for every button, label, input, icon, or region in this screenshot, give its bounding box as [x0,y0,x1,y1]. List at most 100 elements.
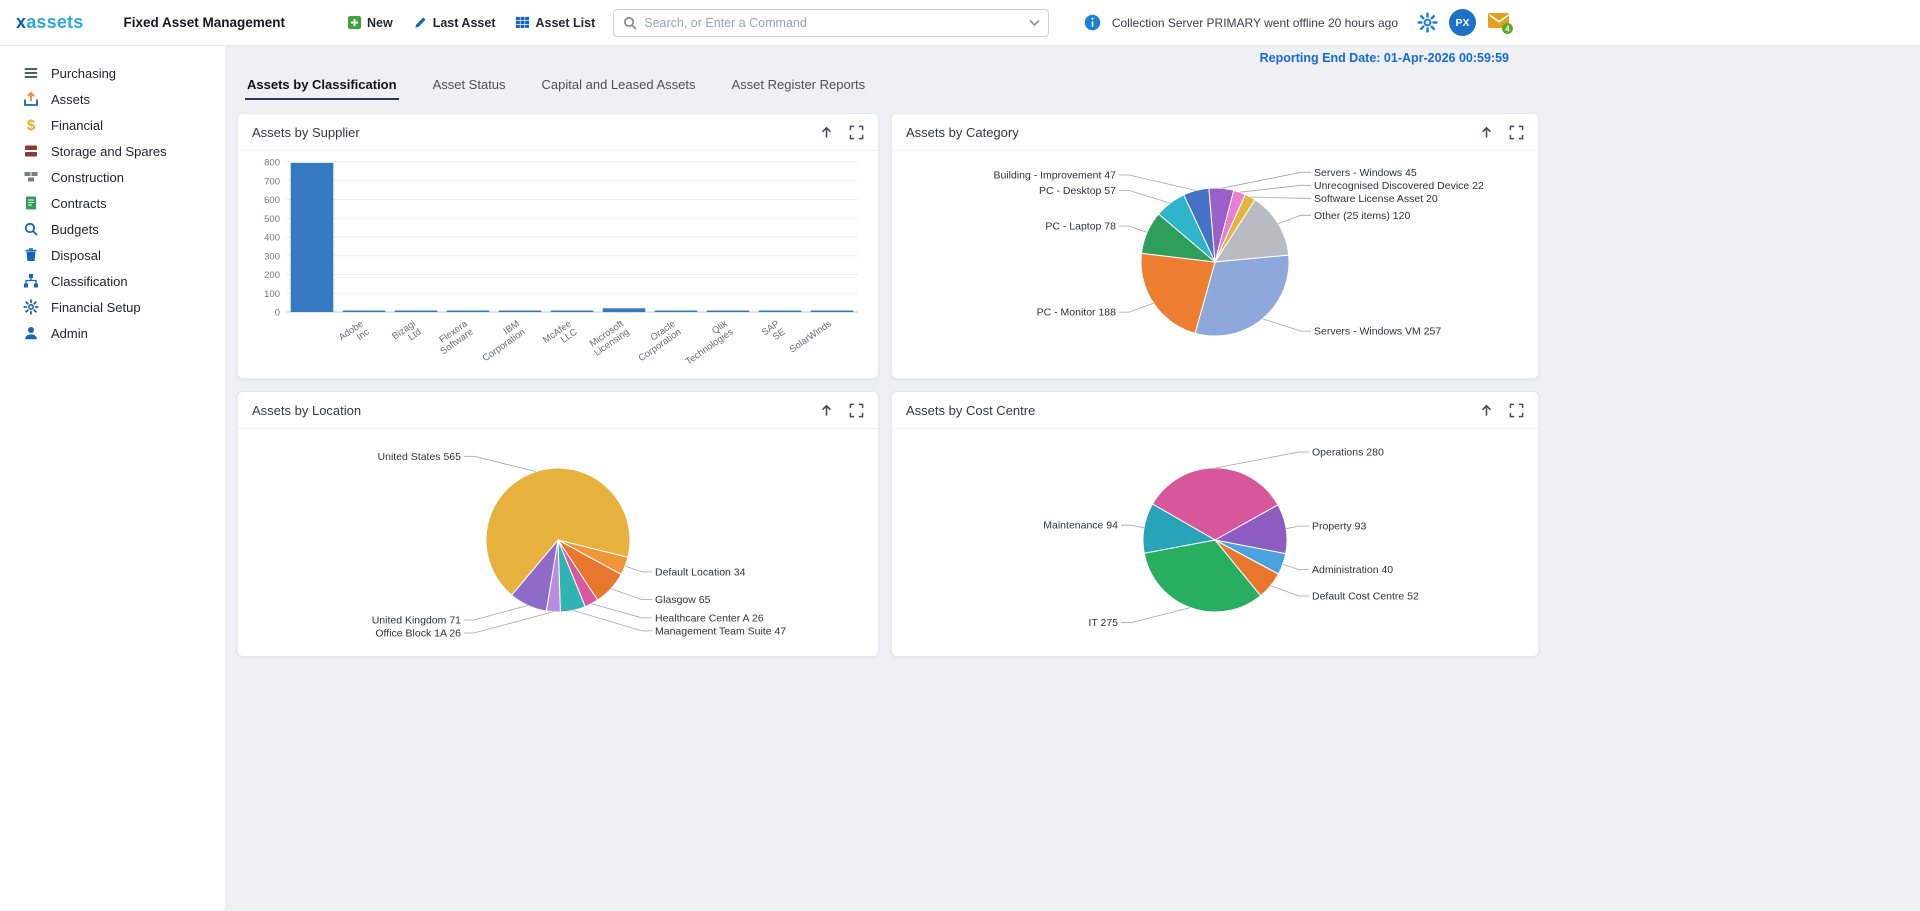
card-body: 0100200300400500600700800AdobeIncBizagiL… [238,151,878,374]
app-logo[interactable]: xassets [16,12,83,33]
sidebar-item-storage-and-spares[interactable]: Storage and Spares [0,138,225,164]
chevron-down-icon[interactable] [1023,19,1040,27]
hierarchy-icon [22,273,40,289]
search-input[interactable] [644,16,1023,30]
tab-assets-by-classification[interactable]: Assets by Classification [245,73,399,100]
info-icon [1084,14,1101,31]
expand-icon[interactable] [1509,125,1524,140]
arrow-up-icon[interactable] [819,403,834,418]
sidebar-item-financial-setup[interactable]: Financial Setup [0,294,225,320]
card-assets-by-category: Assets by Category Building - Improvement… [891,113,1539,379]
sidebar-item-disposal[interactable]: Disposal [0,242,225,268]
app-title: Fixed Asset Management [123,15,285,30]
svg-text:IBMCorporation: IBMCorporation [475,318,528,364]
assets-by-supplier-chart[interactable]: 0100200300400500600700800AdobeIncBizagiL… [238,154,878,374]
search-icon [622,15,638,31]
sidebar-item-label: Financial [51,118,103,133]
search-box[interactable] [613,9,1049,37]
sidebar-item-label: Contracts [51,196,107,211]
tab-asset-status[interactable]: Asset Status [431,73,508,100]
card-title: Assets by Cost Centre [906,403,1479,418]
reporting-end-date: Reporting End Date: 01-Apr-2026 00:59:59 [237,46,1539,65]
assets-by-location-chart[interactable]: United States 565Default Location 34Glas… [238,432,878,654]
sidebar-item-assets[interactable]: Assets [0,86,225,112]
svg-text:600: 600 [264,195,280,206]
sidebar-item-label: Financial Setup [51,300,141,315]
bricks-icon [22,169,40,185]
sidebar-item-budgets[interactable]: Budgets [0,216,225,242]
svg-text:Operations 280: Operations 280 [1312,447,1384,459]
svg-text:Default Cost Centre 52: Default Cost Centre 52 [1312,590,1419,602]
server-alert-text: Collection Server PRIMARY went offline 2… [1112,16,1398,30]
svg-text:United Kingdom 71: United Kingdom 71 [372,614,461,626]
svg-text:PC - Laptop 78: PC - Laptop 78 [1045,221,1116,233]
sidebar-item-construction[interactable]: Construction [0,164,225,190]
top-bar: xassets Fixed Asset Management New Last A… [0,0,1920,46]
card-header: Assets by Cost Centre [892,392,1538,429]
trash-icon [22,247,40,263]
svg-text:MicrosoftLicensing: MicrosoftLicensing [587,318,632,358]
svg-text:4: 4 [1505,24,1510,33]
asset-tray-icon [22,91,40,107]
svg-text:FlexeraSoftware: FlexeraSoftware [433,318,476,357]
svg-text:PC - Monitor 188: PC - Monitor 188 [1037,307,1117,319]
topbar-right-cluster: Collection Server PRIMARY went offline 2… [1084,9,1514,36]
logo-x: x [16,12,26,32]
topbar-button-asset-list[interactable]: Asset List [515,15,595,30]
arrow-up-icon[interactable] [1479,125,1494,140]
sidebar-item-financial[interactable]: $ Financial [0,112,225,138]
tab-capital-and-leased-assets[interactable]: Capital and Leased Assets [540,73,698,100]
magnifier-icon [22,221,40,237]
svg-text:Glasgow 65: Glasgow 65 [655,594,711,606]
expand-icon[interactable] [849,403,864,418]
svg-text:Servers - Windows 45: Servers - Windows 45 [1314,167,1417,179]
assets-by-category-chart[interactable]: Building - Improvement 47 Servers - Windo… [892,154,1538,376]
svg-text:100: 100 [264,289,280,300]
document-icon [22,195,40,211]
tab-asset-register-reports[interactable]: Asset Register Reports [729,73,867,100]
sidebar-item-label: Purchasing [51,66,116,81]
card-actions [819,403,864,418]
svg-text:Office Block 1A 26: Office Block 1A 26 [375,627,461,639]
svg-text:200: 200 [264,270,280,281]
svg-text:McAfeeLLC: McAfeeLLC [541,318,580,354]
menu-icon [22,65,40,81]
sidebar-item-purchasing[interactable]: Purchasing [0,60,225,86]
topbar-button-last-asset[interactable]: Last Asset [413,15,496,30]
svg-text:PC - Desktop 57: PC - Desktop 57 [1039,185,1116,197]
sidebar-item-label: Construction [51,170,124,185]
svg-text:United States 565: United States 565 [378,451,462,463]
dashboard-grid: Assets by Supplier0100200300400500600700… [237,113,1539,657]
svg-text:Administration 40: Administration 40 [1312,564,1393,576]
arrow-up-icon[interactable] [819,125,834,140]
svg-text:SAPSE: SAPSE [760,318,788,346]
dashboard-tabs: Assets by Classification Asset Status Capi… [245,73,1539,100]
settings-gear-icon[interactable] [1417,12,1438,33]
topbar-button-label: Asset List [535,16,595,30]
app-layout: Purchasing Assets $ Financial Storage and Sp… [0,46,1920,910]
arrow-up-icon[interactable] [1479,403,1494,418]
sidebar-item-admin[interactable]: Admin [0,320,225,346]
sidebar-item-label: Admin [51,326,88,341]
card-title: Assets by Category [906,125,1479,140]
svg-text:$: $ [27,117,36,134]
user-avatar[interactable]: PX [1449,9,1476,36]
expand-icon[interactable] [1509,403,1524,418]
sidebar-item-label: Classification [51,274,128,289]
svg-text:300: 300 [264,251,280,262]
person-icon [22,325,40,341]
svg-text:Management Team Suite 47: Management Team Suite 47 [655,625,786,637]
svg-text:Unrecognised Discovered Device: Unrecognised Discovered Device 22 [1314,180,1484,192]
sidebar-item-contracts[interactable]: Contracts [0,190,225,216]
sidebar-item-label: Storage and Spares [51,144,167,159]
assets-by-cost-centre-chart[interactable]: Operations 280Property 93Administration … [892,432,1538,654]
sidebar-item-label: Disposal [51,248,101,263]
card-body: Operations 280Property 93Administration … [892,429,1538,654]
messages-envelope-icon[interactable]: 4 [1487,10,1514,35]
sidebar-item-classification[interactable]: Classification [0,268,225,294]
logo-text: assets [26,12,83,32]
topbar-button-new[interactable]: New [347,15,393,30]
expand-icon[interactable] [849,125,864,140]
svg-text:Building - Improvement 47: Building - Improvement 47 [993,170,1116,182]
card-title: Assets by Location [252,403,819,418]
